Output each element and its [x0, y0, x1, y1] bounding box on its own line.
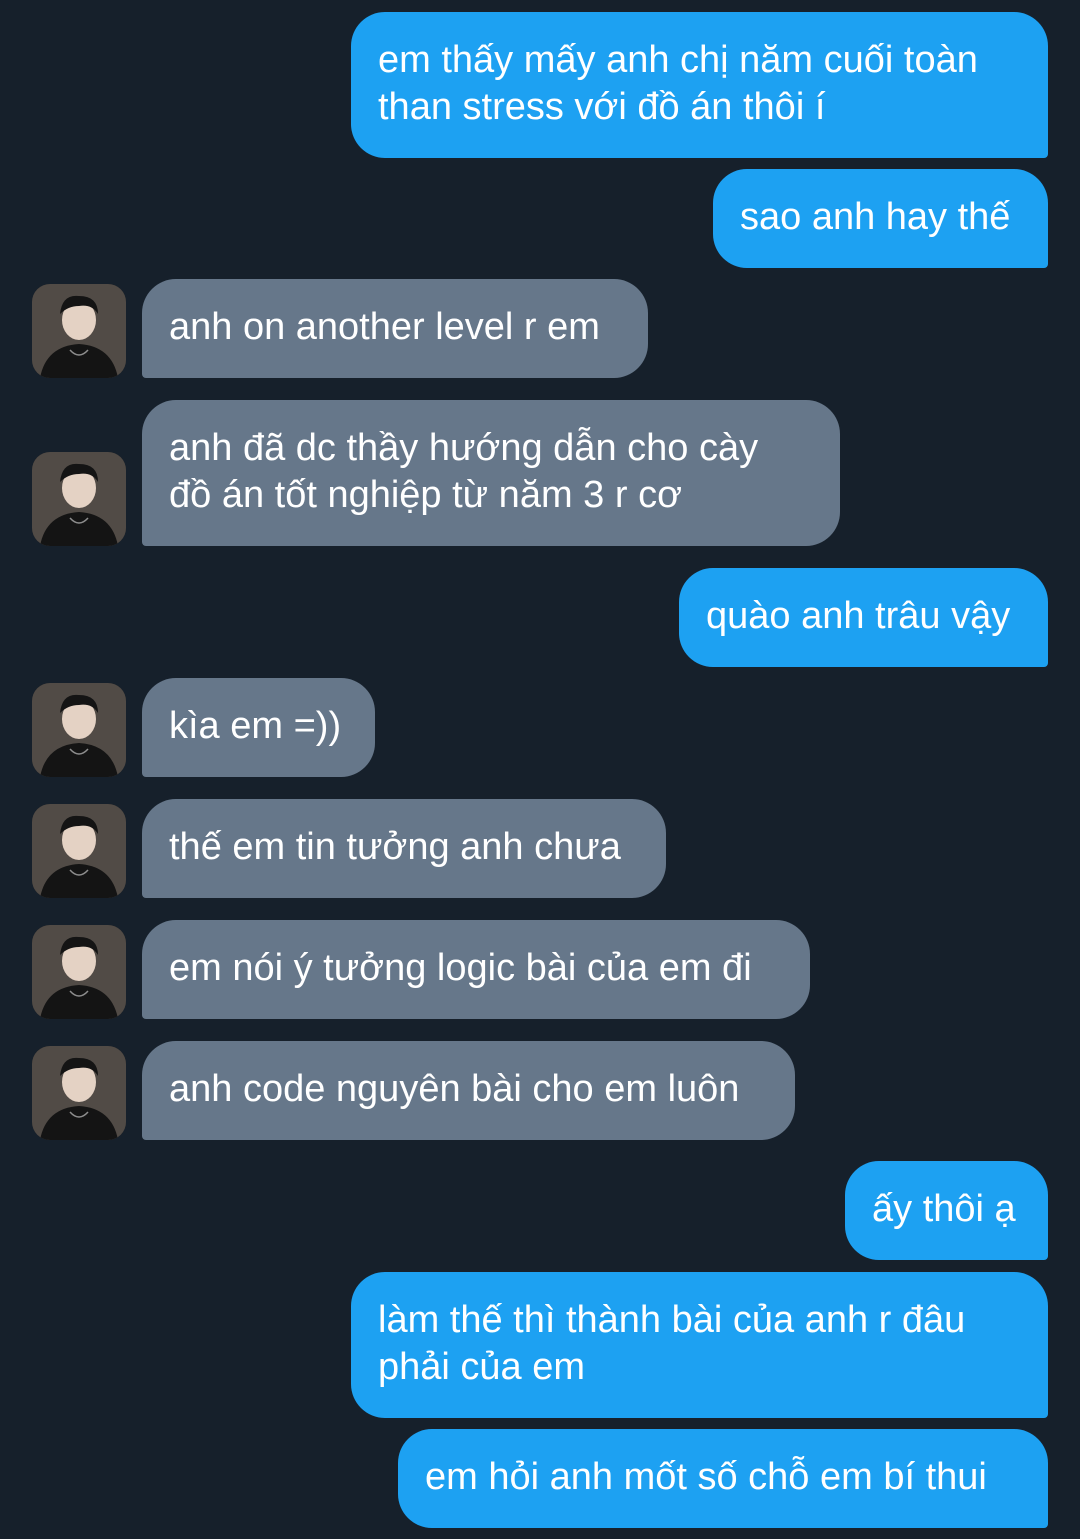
message-bubble-sent[interactable]: em thấy mấy anh chị năm cuối toàn than s… — [351, 12, 1048, 158]
message-bubble-sent[interactable]: em hỏi anh mốt số chỗ em bí thui — [398, 1429, 1048, 1528]
message-bubble-received[interactable]: em nói ý tưởng logic bài của em đi — [142, 920, 810, 1019]
user-profile-photo-icon — [32, 804, 126, 898]
message-bubble-received[interactable]: anh code nguyên bài cho em luôn — [142, 1041, 795, 1140]
contact-avatar[interactable] — [32, 804, 126, 898]
contact-avatar[interactable] — [32, 284, 126, 378]
message-bubble-received[interactable]: thế em tin tưởng anh chưa — [142, 799, 666, 898]
user-profile-photo-icon — [32, 284, 126, 378]
message-bubble-received[interactable]: anh on another level r em — [142, 279, 648, 378]
contact-avatar[interactable] — [32, 925, 126, 1019]
message-bubble-sent[interactable]: sao anh hay thế — [713, 169, 1048, 268]
user-profile-photo-icon — [32, 1046, 126, 1140]
contact-avatar[interactable] — [32, 1046, 126, 1140]
chat-thread[interactable]: em thấy mấy anh chị năm cuối toàn than s… — [0, 0, 1080, 1539]
message-bubble-received[interactable]: kìa em =)) — [142, 678, 375, 777]
user-profile-photo-icon — [32, 683, 126, 777]
message-bubble-sent[interactable]: ấy thôi ạ — [845, 1161, 1048, 1260]
contact-avatar[interactable] — [32, 452, 126, 546]
message-bubble-sent[interactable]: làm thế thì thành bài của anh r đâu phải… — [351, 1272, 1048, 1418]
user-profile-photo-icon — [32, 925, 126, 1019]
user-profile-photo-icon — [32, 452, 126, 546]
message-bubble-received[interactable]: anh đã dc thầy hướng dẫn cho cày đồ án t… — [142, 400, 840, 546]
message-bubble-sent[interactable]: quào anh trâu vậy — [679, 568, 1048, 667]
contact-avatar[interactable] — [32, 683, 126, 777]
